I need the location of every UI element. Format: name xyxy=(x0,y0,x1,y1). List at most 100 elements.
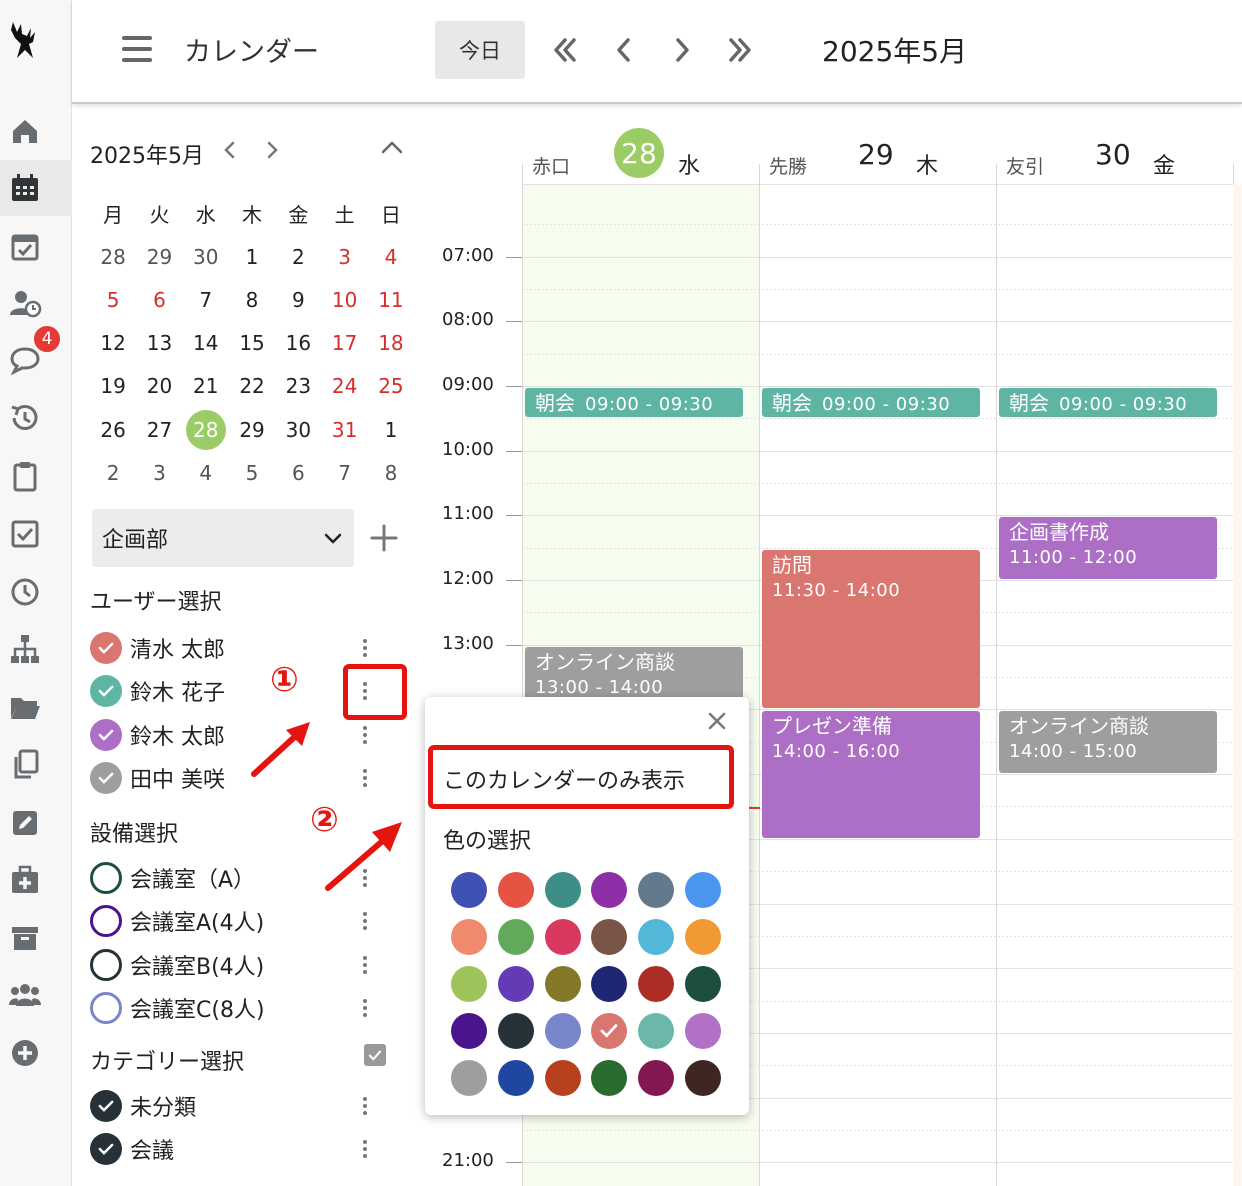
mini-calendar-day[interactable]: 8 xyxy=(229,278,275,321)
calendar-list-item[interactable]: 会議室B(4人) xyxy=(90,945,390,985)
calendar-list-item[interactable]: 会議室C(8人) xyxy=(90,988,390,1028)
calendar-event[interactable]: 企画書作成 11:00 - 12:00 xyxy=(999,517,1217,579)
color-swatch[interactable] xyxy=(544,872,581,908)
more-vert-icon[interactable] xyxy=(355,906,375,936)
color-swatch[interactable] xyxy=(591,872,628,908)
calendar-list-item[interactable]: 田中 美咲 xyxy=(90,758,390,798)
home-icon[interactable] xyxy=(0,103,72,159)
mini-calendar-day[interactable]: 6 xyxy=(136,278,182,321)
color-swatch[interactable] xyxy=(497,966,534,1002)
calendar-checkbox[interactable] xyxy=(90,675,122,708)
mini-calendar-day[interactable]: 21 xyxy=(183,365,229,408)
mini-calendar-day[interactable]: 17 xyxy=(321,322,367,365)
mini-calendar-day[interactable]: 26 xyxy=(90,408,136,451)
calendar-event[interactable]: 朝会 09:00 - 09:30 xyxy=(999,387,1217,418)
color-swatch[interactable] xyxy=(684,872,721,908)
calendar-checkbox[interactable] xyxy=(90,1090,122,1122)
folder-icon[interactable] xyxy=(0,679,72,735)
mini-calendar-day[interactable]: 22 xyxy=(229,365,275,408)
color-swatch[interactable] xyxy=(544,919,581,955)
color-swatch[interactable] xyxy=(451,1060,487,1096)
color-swatch[interactable] xyxy=(497,919,534,955)
mini-calendar-day[interactable]: 7 xyxy=(183,278,229,321)
calendar-checkbox[interactable] xyxy=(90,632,122,664)
color-swatch[interactable] xyxy=(451,1013,487,1049)
mini-calendar-day[interactable]: 24 xyxy=(321,365,367,408)
mini-calendar-day[interactable]: 2 xyxy=(90,451,136,494)
calendar-event[interactable]: オンライン商談 14:00 - 15:00 xyxy=(999,711,1217,774)
mini-calendar-day[interactable]: 5 xyxy=(229,451,275,494)
mini-calendar-day[interactable]: 23 xyxy=(275,365,321,408)
chevron-up-icon[interactable] xyxy=(378,134,406,162)
calendar-event[interactable]: 朝会 09:00 - 09:30 xyxy=(762,387,980,418)
color-swatch[interactable] xyxy=(638,1013,675,1049)
color-swatch[interactable] xyxy=(638,872,675,908)
color-swatch[interactable] xyxy=(591,1060,628,1096)
color-swatch[interactable] xyxy=(544,1013,581,1049)
color-swatch[interactable] xyxy=(497,872,534,908)
color-swatch[interactable] xyxy=(638,1060,675,1096)
calendar-list-item[interactable]: 会議 xyxy=(90,1129,390,1169)
color-swatch[interactable] xyxy=(544,1060,581,1096)
menu-icon[interactable] xyxy=(122,36,152,62)
mini-calendar-day[interactable]: 15 xyxy=(229,322,275,365)
clock-icon[interactable] xyxy=(0,564,72,620)
color-swatch[interactable] xyxy=(684,919,721,955)
edit-icon[interactable] xyxy=(0,795,72,851)
prev-week-icon[interactable] xyxy=(604,28,644,72)
color-swatch[interactable] xyxy=(638,966,675,1002)
mini-calendar-day[interactable]: 7 xyxy=(321,451,367,494)
category-select-all-checkbox[interactable] xyxy=(364,1044,386,1066)
mini-calendar-day[interactable]: 3 xyxy=(136,451,182,494)
mini-prev-icon[interactable] xyxy=(218,138,244,164)
color-swatch[interactable] xyxy=(544,966,581,1002)
color-swatch[interactable] xyxy=(497,1060,534,1096)
mini-calendar-day[interactable]: 5 xyxy=(90,278,136,321)
mini-calendar-day[interactable]: 1 xyxy=(229,235,275,278)
color-swatch[interactable] xyxy=(684,1013,721,1049)
color-swatch[interactable] xyxy=(497,1013,534,1049)
mini-calendar-day[interactable]: 28 xyxy=(90,235,136,278)
mini-calendar-day[interactable]: 31 xyxy=(321,408,367,451)
add-group-icon[interactable] xyxy=(368,522,400,554)
more-vert-icon[interactable] xyxy=(355,633,375,663)
checkbox-icon[interactable] xyxy=(0,506,72,562)
calendar-check-icon[interactable] xyxy=(0,218,72,274)
calendar-event[interactable]: 朝会 09:00 - 09:30 xyxy=(525,387,743,418)
archive-icon[interactable] xyxy=(0,910,72,966)
user-clock-icon[interactable] xyxy=(0,275,72,331)
color-swatch[interactable] xyxy=(684,966,721,1002)
mini-calendar-day[interactable]: 10 xyxy=(321,278,367,321)
group-select[interactable]: 企画部 xyxy=(92,509,354,567)
day-number[interactable]: 28 xyxy=(614,128,664,178)
more-vert-icon[interactable] xyxy=(355,950,375,980)
today-button[interactable]: 今日 xyxy=(435,21,525,79)
day-number[interactable]: 30 xyxy=(1095,138,1131,171)
mini-calendar-day[interactable]: 4 xyxy=(183,451,229,494)
clipboard-icon[interactable] xyxy=(0,448,72,504)
org-chart-icon[interactable] xyxy=(0,621,72,677)
calendar-list-item[interactable]: 清水 太郎 xyxy=(90,628,390,668)
users-icon[interactable] xyxy=(0,967,72,1023)
mini-calendar-day[interactable]: 6 xyxy=(275,451,321,494)
next-month-icon[interactable] xyxy=(720,28,760,72)
calendar-event[interactable]: プレゼン準備 14:00 - 16:00 xyxy=(762,711,980,838)
chat-icon[interactable]: 4 xyxy=(0,324,72,388)
calendar-list-item[interactable]: 鈴木 太郎 xyxy=(90,715,390,755)
mini-calendar-day[interactable]: 25 xyxy=(368,365,414,408)
calendar-list-item[interactable]: 会議室A(4人) xyxy=(90,901,390,941)
color-swatch[interactable] xyxy=(684,1060,721,1096)
color-swatch[interactable] xyxy=(451,872,487,908)
mini-calendar-day[interactable]: 20 xyxy=(136,365,182,408)
mini-calendar-day[interactable]: 1 xyxy=(368,408,414,451)
mini-calendar-day[interactable]: 9 xyxy=(275,278,321,321)
mini-calendar-day[interactable]: 30 xyxy=(183,235,229,278)
mini-calendar-day[interactable]: 14 xyxy=(183,322,229,365)
calendar-checkbox[interactable] xyxy=(90,948,122,981)
prev-month-icon[interactable] xyxy=(545,28,585,72)
calendar-icon[interactable] xyxy=(0,160,72,216)
mini-calendar-day[interactable]: 3 xyxy=(321,235,367,278)
calendar-event[interactable]: 訪問 11:30 - 14:00 xyxy=(762,549,980,709)
color-swatch[interactable] xyxy=(638,919,675,955)
more-vert-icon[interactable] xyxy=(355,763,375,793)
